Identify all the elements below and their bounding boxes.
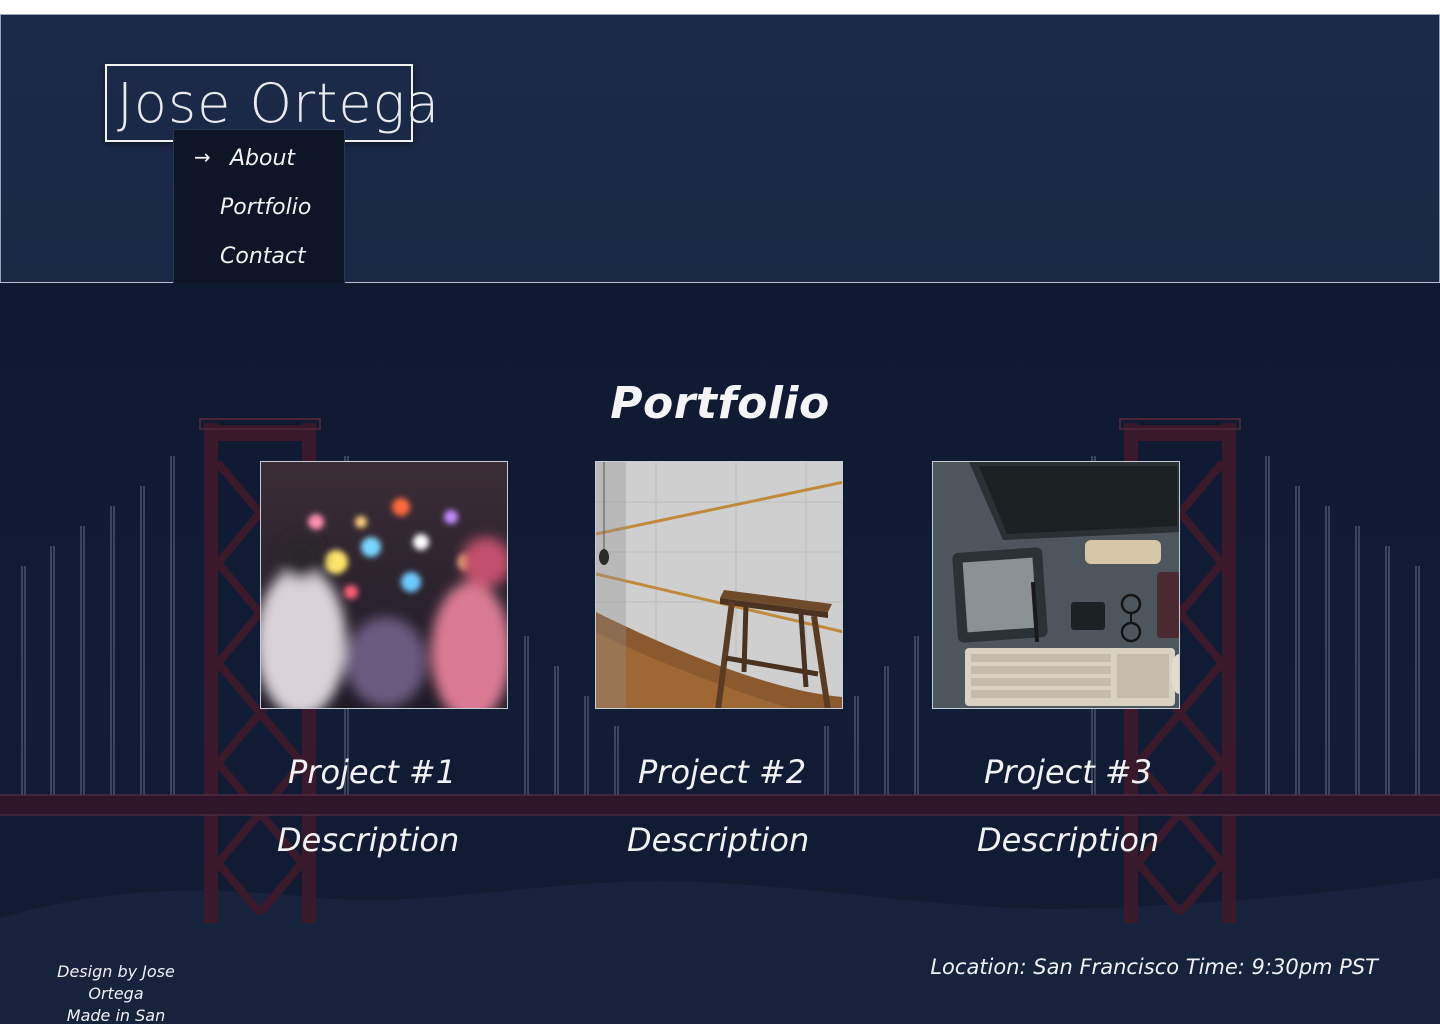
- project-2-title[interactable]: Project #2: [638, 753, 806, 791]
- footer-location-time: Location: San Francisco Time: 9:30pm PST: [930, 955, 1378, 979]
- footer-credit: Design by Jose Ortega Made in San Franci…: [33, 961, 199, 1024]
- project-2-description: Description: [627, 821, 810, 859]
- footer-credit-line-2: Made in San Francisco: [66, 1006, 166, 1024]
- nav-item-portfolio[interactable]: Portfolio: [174, 191, 344, 227]
- nav-item-contact[interactable]: Contact: [174, 240, 344, 276]
- arrow-right-icon: →: [194, 145, 211, 169]
- project-1-image[interactable]: [260, 461, 508, 709]
- main-section: Portfolio Project #1 Project #2 Project …: [0, 283, 1440, 1024]
- footer-credit-line-1: Design by Jose Ortega: [57, 962, 175, 1003]
- blurred-night-street-photo: [261, 462, 507, 708]
- project-1-title[interactable]: Project #1: [288, 753, 456, 791]
- browser-top-strip: [0, 0, 1440, 15]
- desk-devices-flatlay-photo: [933, 462, 1179, 708]
- section-title: Portfolio: [610, 377, 830, 429]
- wooden-stool-photo: [596, 462, 842, 708]
- nav-item-about[interactable]: → About: [174, 142, 344, 178]
- project-2-image[interactable]: [595, 461, 843, 709]
- project-3-title[interactable]: Project #3: [984, 753, 1152, 791]
- nav-item-label: About: [230, 146, 296, 171]
- nav-item-label: Contact: [220, 244, 306, 269]
- project-1-description: Description: [277, 821, 460, 859]
- nav-item-label: Portfolio: [220, 195, 312, 220]
- project-3-description: Description: [977, 821, 1160, 859]
- project-3-image[interactable]: [932, 461, 1180, 709]
- logo-text: Jose Ortega: [117, 72, 441, 135]
- nav-menu: → About Portfolio Contact: [173, 129, 345, 300]
